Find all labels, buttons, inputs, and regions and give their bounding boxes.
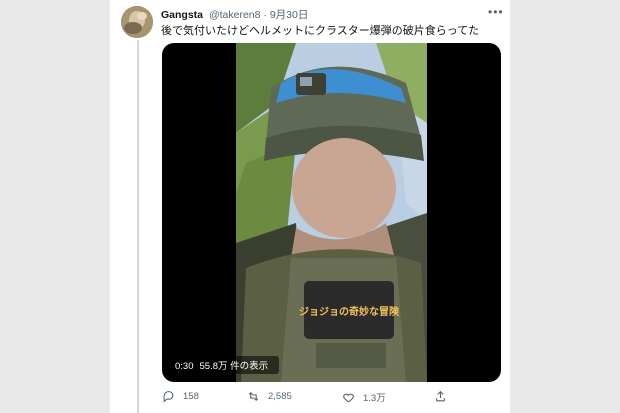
heart-icon [343,393,354,402]
tweet-date[interactable]: 9月30日 [270,9,309,21]
like-count: 1.3万 [363,393,386,404]
avatar-image [121,6,153,38]
thread-line [137,40,139,413]
reply-icon [163,391,174,403]
reply-button[interactable]: 158 [162,390,199,403]
action-bar: 158 2,585 1.3万 [162,390,462,406]
author-handle[interactable]: @takeren8 [209,9,261,21]
retweet-icon [248,391,259,402]
separator: · [263,9,267,21]
tweet-header: Gangsta @takeren8 · 9月30日 [161,7,308,22]
patch-text: ジョジョの奇妙な冒険 [299,305,400,318]
retweet-button[interactable]: 2,585 [247,390,292,403]
avatar[interactable] [121,6,153,38]
reply-count: 158 [183,391,199,402]
video-duration: 0:30 [175,361,194,372]
video-player[interactable]: ジョジョの奇妙な冒険 0:30 55.8万 件の表示 [162,43,501,382]
more-icon[interactable]: ••• [488,5,504,19]
video-frame: ジョジョの奇妙な冒険 [236,43,427,382]
view-count: 55.8万 件の表示 [199,361,269,372]
tweet-text: 後で気付いたけどヘルメットにクラスター爆弾の破片食らってた [161,25,480,37]
video-info-badge: 0:30 55.8万 件の表示 [170,356,280,374]
share-icon [436,390,445,402]
share-button[interactable] [434,390,455,403]
retweet-count: 2,585 [268,391,292,402]
author-name[interactable]: Gangsta [161,9,203,21]
like-button[interactable]: 1.3万 [342,390,386,404]
